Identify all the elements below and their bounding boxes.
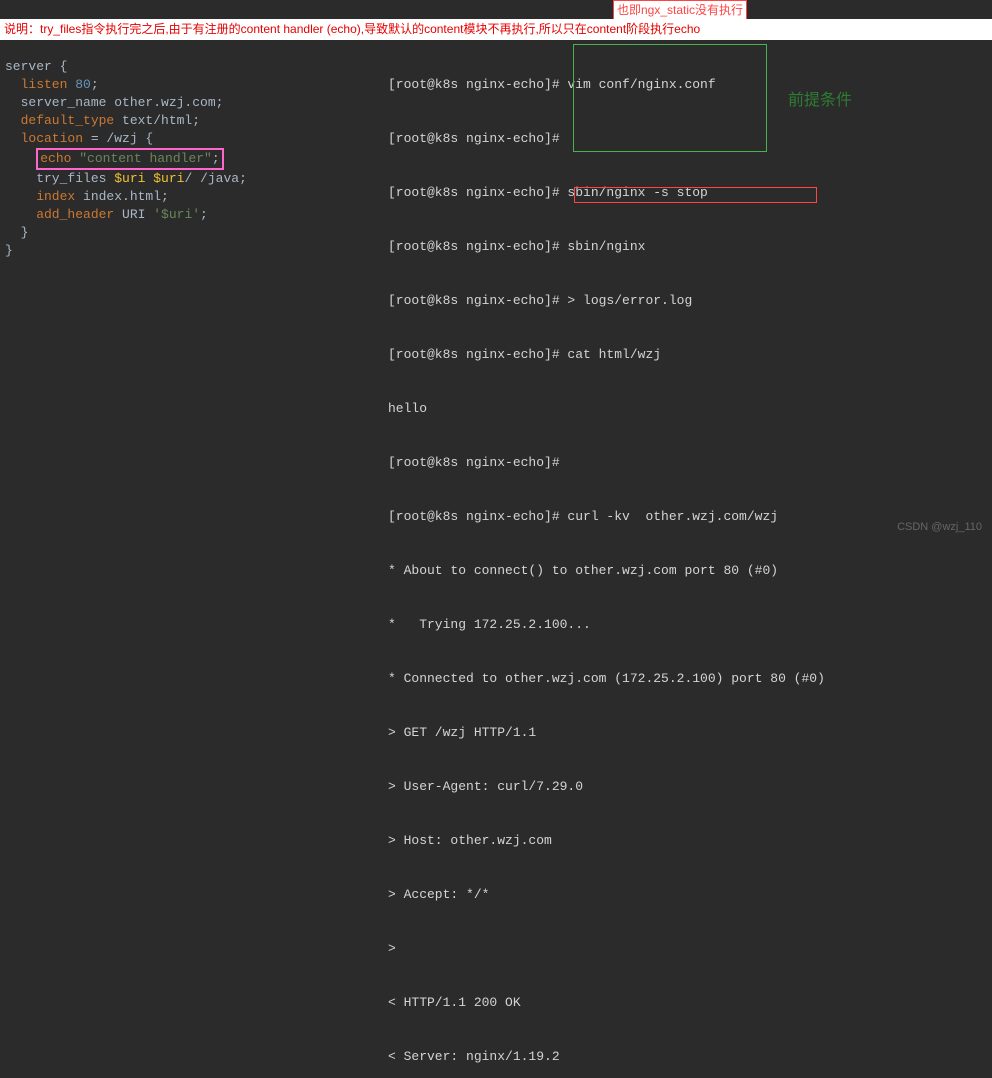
- term-line: [root@k8s nginx-echo]# > logs/error.log: [388, 292, 988, 310]
- term-line: < Server: nginx/1.19.2: [388, 1048, 988, 1066]
- term-line: > GET /wzj HTTP/1.1: [388, 724, 988, 742]
- code-line: index index.html;: [5, 188, 375, 206]
- code-line: default_type text/html;: [5, 112, 375, 130]
- term-line: > User-Agent: curl/7.29.0: [388, 778, 988, 796]
- term-line: [root@k8s nginx-echo]#: [388, 454, 988, 472]
- term-line: [root@k8s nginx-echo]# cat html/wzj: [388, 346, 988, 364]
- code-line: }: [5, 224, 375, 242]
- code-line: server {: [5, 58, 375, 76]
- code-line: listen 80;: [5, 76, 375, 94]
- code-line: try_files $uri $uri/ /java;: [5, 170, 375, 188]
- watermark: CSDN @wzj_110: [897, 520, 982, 535]
- code-line-echo: echo "content handler";: [5, 148, 375, 170]
- term-line: * Trying 172.25.2.100...: [388, 616, 988, 634]
- term-line: < HTTP/1.1 200 OK: [388, 994, 988, 1012]
- term-line: >: [388, 940, 988, 958]
- term-line: * Connected to other.wzj.com (172.25.2.1…: [388, 670, 988, 688]
- term-line: [root@k8s nginx-echo]# sbin/nginx: [388, 238, 988, 256]
- code-line: add_header URI '$uri';: [5, 206, 375, 224]
- green-box-setup: [573, 44, 767, 152]
- term-line: hello: [388, 400, 988, 418]
- term-line: * About to connect() to other.wzj.com po…: [388, 562, 988, 580]
- nginx-config-pane: server { listen 80; server_name other.wz…: [5, 58, 375, 260]
- annotation-red-top: 也即ngx_static没有执行: [613, 0, 747, 21]
- prereq-label: 前提条件: [788, 90, 852, 112]
- term-line: > Accept: */*: [388, 886, 988, 904]
- code-line: location = /wzj {: [5, 130, 375, 148]
- echo-highlight-box: echo "content handler";: [36, 148, 223, 170]
- code-line: server_name other.wzj.com;: [5, 94, 375, 112]
- annotation-explain: 说明：try_files指令执行完之后,由于有注册的content handle…: [0, 19, 992, 40]
- code-line: }: [5, 242, 375, 260]
- term-line: > Host: other.wzj.com: [388, 832, 988, 850]
- red-box-curl: [574, 187, 817, 203]
